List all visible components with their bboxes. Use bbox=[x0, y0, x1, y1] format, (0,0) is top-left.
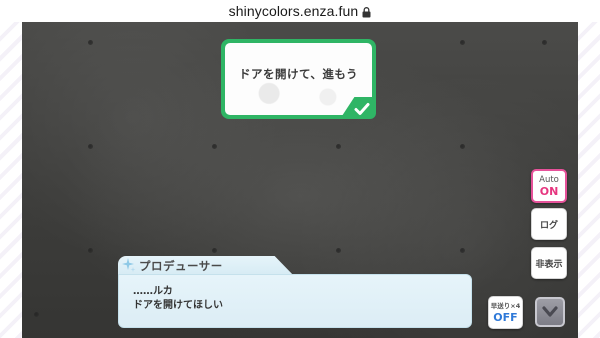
wall-hole bbox=[542, 40, 547, 45]
side-margin-left bbox=[0, 22, 22, 338]
wall-hole bbox=[88, 40, 93, 45]
auto-state: ON bbox=[539, 184, 559, 198]
wall-hole bbox=[460, 40, 465, 45]
check-icon bbox=[354, 103, 370, 115]
wall-hole bbox=[460, 248, 465, 253]
sparkle-icon bbox=[122, 258, 136, 272]
wall-hole bbox=[336, 248, 341, 253]
speaker-name: プロデューサー bbox=[139, 259, 223, 273]
log-button[interactable]: ログ bbox=[531, 208, 567, 240]
hide-label: 非表示 bbox=[535, 259, 563, 270]
wall-hole bbox=[88, 248, 93, 253]
dialog-line-1: ……ルカ bbox=[133, 286, 173, 297]
auto-toggle-button[interactable]: Auto ON bbox=[531, 169, 567, 203]
fast-state: OFF bbox=[493, 310, 518, 324]
fast-label: 早送り×4 bbox=[490, 301, 521, 310]
wall-hole bbox=[212, 144, 217, 149]
url-text: shinycolors.enza.fun bbox=[228, 3, 359, 19]
chevron-down-icon bbox=[542, 306, 558, 317]
wall-hole bbox=[212, 248, 217, 253]
wall-hole bbox=[34, 312, 39, 317]
hide-ui-button[interactable]: 非表示 bbox=[531, 247, 567, 279]
fast-forward-button[interactable]: 早送り×4 OFF bbox=[488, 296, 523, 329]
side-margin-right bbox=[578, 22, 600, 338]
wall-hole bbox=[88, 144, 93, 149]
wall-hole bbox=[336, 144, 341, 149]
advance-button[interactable] bbox=[535, 297, 565, 327]
wall-hole bbox=[460, 144, 465, 149]
log-label: ログ bbox=[539, 220, 558, 231]
dialog-line-2: ドアを開けてほしい bbox=[133, 300, 223, 311]
browser-url-bar[interactable]: shinycolors.enza.fun bbox=[0, 0, 600, 22]
choice-option-button[interactable]: ドアを開けて、進もう bbox=[221, 39, 376, 119]
auto-label: Auto bbox=[539, 174, 559, 185]
choice-text: ドアを開けて、進もう bbox=[238, 67, 359, 81]
lock-icon bbox=[362, 6, 371, 17]
